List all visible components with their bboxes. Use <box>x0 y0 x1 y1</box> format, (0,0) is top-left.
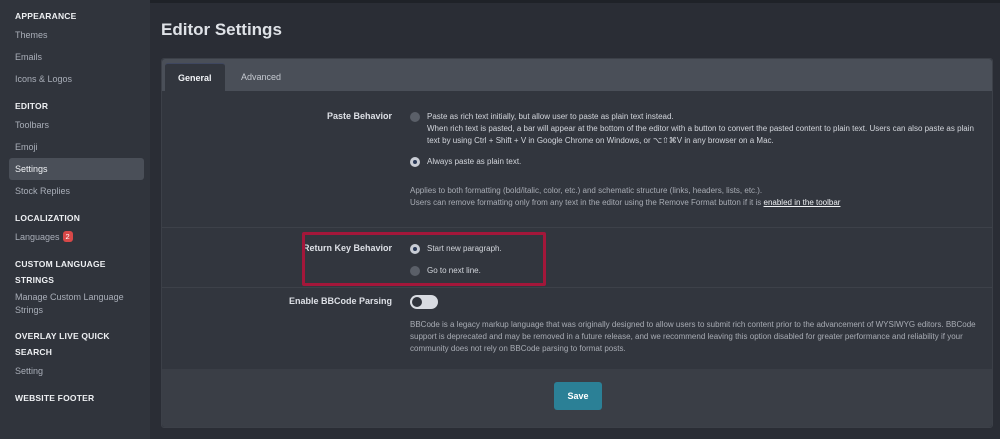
return-key-options: Start new paragraph. Go to next line. <box>410 243 982 277</box>
sidebar-item-setting[interactable]: Setting <box>0 360 150 382</box>
paste-behavior-label: Paste Behavior <box>326 111 392 121</box>
sidebar-item-icons-logos[interactable]: Icons & Logos <box>0 68 150 90</box>
paste-note-1: Applies to both formatting (bold/italic,… <box>410 186 763 195</box>
bbcode-label: Enable BBCode Parsing <box>288 296 392 306</box>
page-title: Editor Settings <box>161 20 282 39</box>
bbcode-toggle[interactable] <box>410 295 438 309</box>
paste-note-2: Users can remove formatting only from an… <box>410 197 982 209</box>
sidebar-item-themes[interactable]: Themes <box>0 24 150 46</box>
paste-rich-radio[interactable] <box>410 112 420 122</box>
paste-plain-label: Always paste as plain text. <box>427 157 522 166</box>
toggle-knob <box>412 297 422 307</box>
paste-rich-description: When rich text is pasted, a bar will app… <box>427 124 974 145</box>
sidebar-heading-editor: EDITOR <box>15 101 49 111</box>
paste-behavior-notes: Applies to both formatting (bold/italic,… <box>410 185 982 209</box>
paste-option-rich: Paste as rich text initially, but allow … <box>410 111 982 147</box>
top-strip <box>150 0 1000 3</box>
sidebar-item-settings[interactable]: Settings <box>9 158 144 180</box>
enabled-in-toolbar-link[interactable]: enabled in the toolbar <box>764 198 841 207</box>
return-paragraph-radio[interactable] <box>410 244 420 254</box>
tab-general[interactable]: General <box>165 63 225 91</box>
sidebar-item-manage-custom-language-strings[interactable]: Manage Custom Language Strings <box>0 288 150 320</box>
sidebar-heading-overlay-live-quick-search: OVERLAY LIVE QUICK SEARCH <box>15 331 110 357</box>
return-option-next-line: Go to next line. <box>410 265 982 277</box>
return-key-label: Return Key Behavior <box>302 243 392 253</box>
sidebar-heading-appearance: APPEARANCE <box>15 11 77 21</box>
bbcode-description: BBCode is a legacy markup language that … <box>410 320 976 353</box>
paste-note-2-text: Users can remove formatting only from an… <box>410 198 762 207</box>
sidebar-item-toolbars[interactable]: Toolbars <box>0 114 150 136</box>
sidebar-item-languages[interactable]: Languages 2 <box>0 226 150 248</box>
paste-option-plain: Always paste as plain text. <box>410 156 982 168</box>
divider <box>162 227 992 228</box>
sidebar-item-emails[interactable]: Emails <box>0 46 150 68</box>
sidebar-heading-custom-language-strings: CUSTOM LANGUAGE STRINGS <box>15 259 106 285</box>
languages-count-badge: 2 <box>62 231 73 242</box>
return-next-line-radio[interactable] <box>410 266 420 276</box>
sidebar-item-languages-label: Languages <box>15 232 60 242</box>
tab-advanced[interactable]: Advanced <box>228 63 294 91</box>
save-button[interactable]: Save <box>554 382 602 410</box>
divider <box>162 287 992 288</box>
sidebar-heading-website-footer: WEBSITE FOOTER <box>15 393 95 403</box>
sidebar-item-stock-replies[interactable]: Stock Replies <box>0 180 150 202</box>
sidebar-item-emoji[interactable]: Emoji <box>0 136 150 158</box>
return-next-line-label: Go to next line. <box>427 266 481 275</box>
paste-plain-radio[interactable] <box>410 157 420 167</box>
paste-behavior-options: Paste as rich text initially, but allow … <box>410 111 982 209</box>
return-option-paragraph: Start new paragraph. <box>410 243 982 255</box>
form-footer: Save <box>162 369 992 427</box>
tab-bar: General Advanced <box>162 59 992 91</box>
return-paragraph-label: Start new paragraph. <box>427 244 502 253</box>
sidebar-heading-localization: LOCALIZATION <box>15 213 81 223</box>
sidebar: APPEARANCE Themes Emails Icons & Logos E… <box>0 0 150 439</box>
settings-panel: General Advanced Paste Behavior Paste as… <box>161 58 993 428</box>
paste-rich-label: Paste as rich text initially, but allow … <box>427 112 674 121</box>
